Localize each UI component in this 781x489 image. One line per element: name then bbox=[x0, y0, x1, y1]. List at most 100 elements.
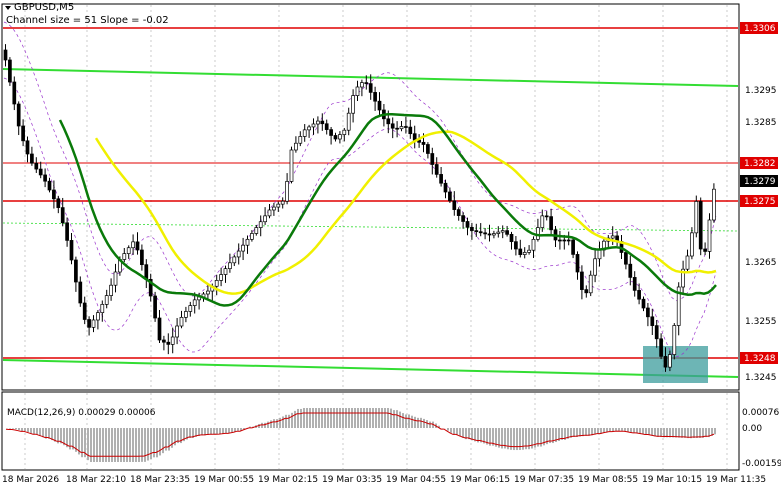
macd-bar bbox=[411, 415, 413, 428]
macd-bar bbox=[120, 428, 122, 462]
candle-body bbox=[162, 339, 166, 343]
candle-body bbox=[474, 230, 479, 233]
macd-bar bbox=[267, 421, 269, 428]
macd-bar bbox=[156, 428, 158, 458]
macd-bar bbox=[597, 428, 599, 434]
macd-bar bbox=[111, 428, 113, 462]
candle-body bbox=[518, 248, 523, 255]
macd-bar bbox=[297, 408, 299, 428]
macd-bar bbox=[21, 428, 23, 432]
macd-bar bbox=[345, 408, 347, 428]
candle-body bbox=[47, 180, 52, 191]
candle-body bbox=[641, 298, 646, 309]
macd-bar bbox=[384, 408, 386, 428]
candle-body bbox=[355, 86, 360, 96]
macd-bar bbox=[381, 408, 383, 428]
price-tag-label: 1.3248 bbox=[744, 354, 776, 364]
macd-bar bbox=[108, 428, 110, 462]
candle-body bbox=[56, 198, 61, 208]
candle-body bbox=[637, 290, 641, 300]
macd-bar bbox=[672, 428, 674, 438]
macd-bar bbox=[12, 428, 14, 429]
candle-body bbox=[707, 219, 712, 252]
macd-bar bbox=[264, 422, 266, 428]
candle-body bbox=[540, 215, 545, 228]
macd-bar bbox=[396, 410, 398, 428]
candle-body bbox=[258, 221, 263, 228]
candle-body bbox=[496, 231, 501, 234]
time-tick: 18 Mar 23:35 bbox=[130, 475, 190, 485]
macd-bar bbox=[285, 414, 287, 428]
candle-body bbox=[333, 135, 338, 140]
macd-bar bbox=[288, 414, 290, 428]
macd-bar bbox=[132, 428, 134, 462]
candle-body bbox=[632, 277, 637, 291]
candle-body bbox=[34, 162, 39, 170]
candle-body bbox=[456, 209, 461, 216]
price-tick: 1.3255 bbox=[745, 317, 777, 327]
macd-bar bbox=[324, 408, 326, 428]
macd-label: MACD(12,26,9) 0.00029 0.00006 bbox=[7, 408, 156, 418]
candle-body bbox=[505, 230, 509, 235]
candle-body bbox=[544, 215, 549, 218]
candle-body bbox=[650, 316, 655, 326]
candle-body bbox=[122, 253, 127, 260]
macd-bar bbox=[402, 413, 404, 428]
macd-bar bbox=[90, 428, 92, 462]
macd-bar bbox=[312, 408, 314, 428]
price-tag-label: 1.3275 bbox=[744, 197, 776, 207]
candle-body bbox=[690, 232, 694, 257]
candle-body bbox=[452, 200, 457, 210]
macd-bar bbox=[585, 428, 587, 436]
macd-bar bbox=[294, 410, 296, 428]
candle-body bbox=[87, 319, 91, 328]
macd-bar bbox=[99, 428, 101, 462]
candle-body bbox=[236, 250, 241, 258]
macd-bar bbox=[360, 408, 362, 428]
macd-bar bbox=[36, 428, 38, 435]
candle-body bbox=[184, 311, 188, 318]
symbol-label: GBPUSD,M5 bbox=[14, 2, 75, 13]
time-tick: 19 Mar 07:35 bbox=[514, 475, 574, 485]
macd-bar bbox=[663, 428, 665, 438]
candle-body bbox=[316, 120, 320, 125]
candle-body bbox=[712, 188, 716, 221]
macd-bar bbox=[390, 408, 392, 428]
macd-level-label: 0.00076 bbox=[742, 408, 779, 418]
candle-body bbox=[593, 258, 597, 276]
candle-body bbox=[610, 235, 615, 239]
candle-body bbox=[170, 336, 175, 345]
candle-body bbox=[175, 325, 179, 338]
candle-body bbox=[624, 252, 628, 265]
macd-bar bbox=[321, 408, 323, 428]
candle-body bbox=[100, 304, 105, 314]
macd-bar bbox=[327, 408, 329, 428]
candle-body bbox=[12, 81, 17, 105]
candle-body bbox=[351, 95, 355, 114]
macd-bar bbox=[207, 428, 209, 435]
price-tags: 1.3306 1.3282 1.3279 1.3275 1.3248 bbox=[740, 22, 778, 364]
macd-bar bbox=[687, 428, 689, 439]
macd-bar bbox=[405, 414, 407, 428]
candle-body bbox=[60, 207, 65, 224]
candle-body bbox=[412, 133, 417, 141]
macd-bar bbox=[291, 412, 293, 428]
candle-body bbox=[368, 83, 373, 93]
macd-bar bbox=[714, 428, 716, 435]
macd-bar bbox=[417, 417, 419, 428]
macd-bar bbox=[618, 428, 620, 431]
candle-body bbox=[250, 233, 254, 240]
candle-body bbox=[465, 221, 470, 228]
macd-bar bbox=[333, 408, 335, 428]
candle-body bbox=[694, 201, 699, 234]
macd-bar bbox=[336, 408, 338, 428]
candle-body bbox=[307, 126, 311, 131]
macd-bar bbox=[639, 428, 641, 434]
macd-bar bbox=[624, 428, 626, 431]
macd-bar bbox=[615, 428, 617, 431]
macd-bar bbox=[237, 428, 239, 431]
time-tick: 19 Mar 06:15 bbox=[450, 475, 510, 485]
macd-bar bbox=[348, 408, 350, 428]
macd-bar bbox=[654, 428, 656, 437]
candle-body bbox=[685, 255, 690, 270]
